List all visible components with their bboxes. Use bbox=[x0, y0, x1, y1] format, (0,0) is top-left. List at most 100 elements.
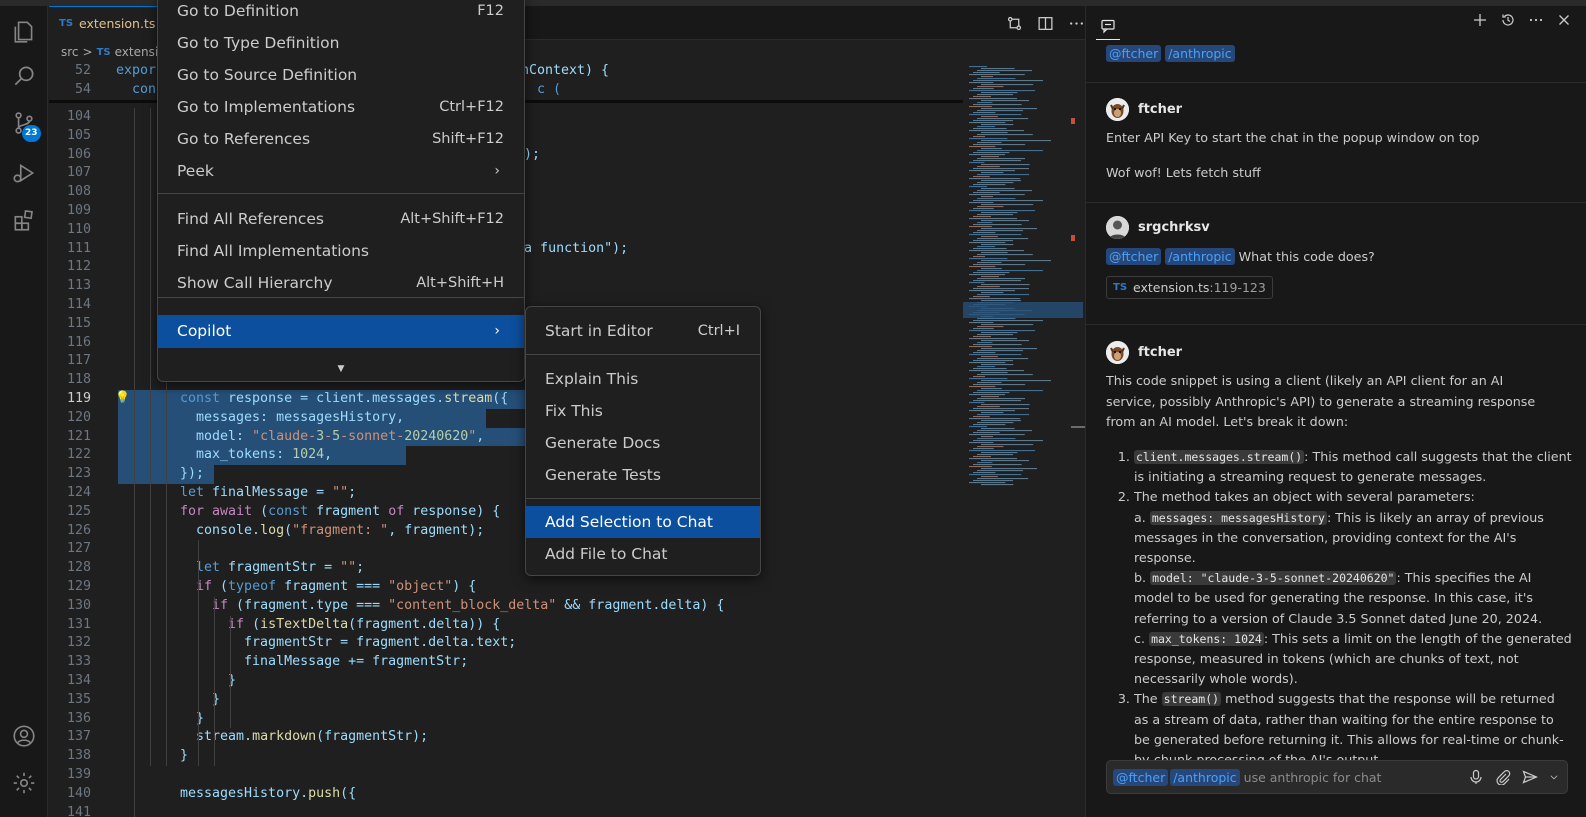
menu-item-label: Go to References bbox=[177, 130, 311, 148]
chevron-down-icon[interactable] bbox=[1549, 769, 1559, 785]
menu-item-show-call-hierarchy[interactable]: Show Call Hierarchy Alt+Shift+H bbox=[158, 267, 524, 299]
code-line[interactable]: 125 for await (const fragment of response… bbox=[49, 503, 949, 522]
line-number: 138 bbox=[66, 748, 91, 764]
settings-gear-icon[interactable] bbox=[0, 761, 48, 805]
code-line[interactable]: 139 bbox=[49, 766, 949, 785]
close-panel-icon[interactable] bbox=[1556, 12, 1572, 28]
submenu-item-generate-docs[interactable]: Generate Docs bbox=[526, 427, 760, 459]
new-chat-plus-icon[interactable] bbox=[1472, 12, 1488, 28]
file-reference[interactable]: TS extension.ts:119-123 bbox=[1106, 276, 1273, 299]
menu-item-peek[interactable]: Peek › bbox=[158, 155, 524, 187]
search-icon[interactable] bbox=[0, 54, 48, 98]
submenu-item-fix-this[interactable]: Fix This bbox=[526, 395, 760, 427]
menu-item-label: Go to Type Definition bbox=[177, 34, 340, 52]
code-line[interactable]: 140 messagesHistory.push({ bbox=[49, 785, 949, 804]
code-line[interactable]: 138} bbox=[49, 747, 949, 766]
explorer-icon[interactable] bbox=[0, 10, 48, 54]
send-icon[interactable] bbox=[1522, 769, 1538, 785]
code-line[interactable]: 132 fragmentStr = fragment.delta.text; bbox=[49, 634, 949, 653]
line-number: 108 bbox=[66, 184, 91, 200]
code-text: if (fragment.type === "content_block_del… bbox=[212, 597, 725, 613]
code-text: finalMessage += fragmentStr; bbox=[180, 654, 469, 670]
submenu-item-explain-this[interactable]: Explain This bbox=[526, 363, 760, 395]
code-line[interactable]: 123}); bbox=[49, 465, 949, 484]
lightbulb-icon[interactable]: 💡 bbox=[115, 390, 130, 404]
code-line[interactable]: 135 } bbox=[49, 691, 949, 710]
line-number: 52 bbox=[74, 63, 91, 78]
more-actions-icon[interactable] bbox=[1068, 15, 1085, 32]
chat-input[interactable]: @ftcher /anthropic use anthropic for cha… bbox=[1106, 760, 1568, 794]
submenu-item-add-file-to-chat[interactable]: Add File to Chat bbox=[526, 538, 760, 570]
source-control-icon[interactable]: 23 bbox=[0, 101, 48, 145]
line-number: 136 bbox=[66, 710, 91, 726]
code-line[interactable]: 133 finalMessage += fragmentStr; bbox=[49, 653, 949, 672]
open-changes-icon[interactable] bbox=[1006, 15, 1023, 32]
submenu-item-generate-tests[interactable]: Generate Tests bbox=[526, 459, 760, 491]
chat-tab[interactable] bbox=[1096, 12, 1120, 40]
menu-separator bbox=[158, 347, 524, 348]
indent-guide bbox=[214, 596, 215, 766]
avatar bbox=[1106, 341, 1129, 364]
menu-item-find-all-implementations[interactable]: Find All Implementations bbox=[158, 235, 524, 267]
command-chip: /anthropic bbox=[1165, 45, 1235, 62]
avatar bbox=[1106, 98, 1129, 121]
code-line[interactable]: 126 console.log("fragment: ", fragment); bbox=[49, 522, 949, 541]
submenu-item-add-selection-to-chat[interactable]: Add Selection to Chat bbox=[526, 506, 760, 538]
code-line[interactable]: 131 if (isTextDelta(fragment.delta)) { bbox=[49, 616, 949, 635]
menu-item-go-to-definition[interactable]: Go to Definition F12 bbox=[158, 0, 524, 27]
menu-item-shortcut: Alt+Shift+H bbox=[416, 275, 504, 291]
code-line[interactable]: 128 let fragmentStr = ""; bbox=[49, 559, 949, 578]
menu-item-label: Explain This bbox=[545, 370, 639, 388]
microphone-icon[interactable] bbox=[1468, 769, 1484, 785]
message-author: ftcher bbox=[1106, 98, 1182, 121]
menu-item-go-to-references[interactable]: Go to References Shift+F12 bbox=[158, 123, 524, 155]
submenu-item-start-in-editor[interactable]: Start in Editor Ctrl+I bbox=[526, 315, 760, 347]
menu-item-find-all-references[interactable]: Find All References Alt+Shift+F12 bbox=[158, 203, 524, 235]
split-editor-icon[interactable] bbox=[1037, 15, 1054, 32]
code-line[interactable]: 122 max_tokens: 1024, bbox=[49, 446, 949, 466]
history-icon[interactable] bbox=[1500, 12, 1516, 28]
command-chip: /anthropic bbox=[1165, 248, 1235, 265]
line-number: 133 bbox=[66, 654, 91, 670]
menu-item-shortcut: Ctrl+F12 bbox=[439, 99, 504, 115]
run-debug-icon[interactable] bbox=[0, 151, 48, 195]
line-number: 140 bbox=[66, 785, 91, 801]
menu-item-go-to-source-definition[interactable]: Go to Source Definition bbox=[158, 59, 524, 91]
attach-icon[interactable] bbox=[1495, 769, 1511, 785]
code-line[interactable]: 124 let finalMessage = ""; bbox=[49, 484, 949, 503]
code-line[interactable]: 127 bbox=[49, 540, 949, 559]
overview-error-marker bbox=[1071, 235, 1075, 241]
line-number: 120 bbox=[66, 409, 91, 425]
tab-extension-ts[interactable]: TS extension.ts M bbox=[49, 6, 172, 40]
line-number: 110 bbox=[66, 221, 91, 237]
code-text: for await (const fragment of response) { bbox=[180, 503, 501, 519]
message-divider bbox=[1086, 82, 1586, 83]
menu-item-label: Show Call Hierarchy bbox=[177, 274, 333, 292]
code-line[interactable]: 137 stream.markdown(fragmentStr); bbox=[49, 728, 949, 747]
code-line[interactable]: 141 bbox=[49, 804, 949, 817]
breadcrumb-folder[interactable]: src bbox=[61, 45, 79, 59]
copilot-submenu: Start in Editor Ctrl+I Explain This Fix Thi… bbox=[525, 306, 761, 576]
minimap[interactable] bbox=[963, 62, 1083, 817]
menu-item-go-to-type-definition[interactable]: Go to Type Definition bbox=[158, 27, 524, 59]
menu-item-copilot[interactable]: Copilot › bbox=[158, 315, 524, 347]
ref-file: extension.ts bbox=[1133, 280, 1210, 295]
code-line[interactable]: 121 model: "claude-3-5-sonnet-20240620", bbox=[49, 427, 949, 447]
code-line[interactable]: 129 if (typeof fragment === "object") { bbox=[49, 578, 949, 597]
code-line[interactable]: 130 if (fragment.type === "content_block… bbox=[49, 597, 949, 616]
code-text: } bbox=[180, 748, 189, 764]
chevron-right-icon: › bbox=[494, 323, 500, 339]
inline-code: messages: messagesHistory bbox=[1149, 510, 1327, 525]
menu-item-go-to-implementations[interactable]: Go to Implementations Ctrl+F12 bbox=[158, 91, 524, 123]
account-icon[interactable] bbox=[0, 714, 48, 758]
more-actions-icon[interactable] bbox=[1528, 12, 1544, 28]
code-line[interactable]: 120 messages: messagesHistory, bbox=[49, 408, 949, 428]
extensions-icon[interactable] bbox=[0, 198, 48, 242]
code-line[interactable]: 134 } bbox=[49, 672, 949, 691]
code-line[interactable]: 136 } bbox=[49, 710, 949, 729]
list-prefix: The bbox=[1134, 691, 1158, 707]
code-line[interactable]: 119 const response = client.messages.stre… bbox=[49, 390, 949, 409]
sticky-code-fragment: nContext) { bbox=[521, 63, 610, 78]
menu-scroll-down-icon[interactable]: ▼ bbox=[158, 357, 524, 381]
menu-separator bbox=[158, 193, 524, 194]
